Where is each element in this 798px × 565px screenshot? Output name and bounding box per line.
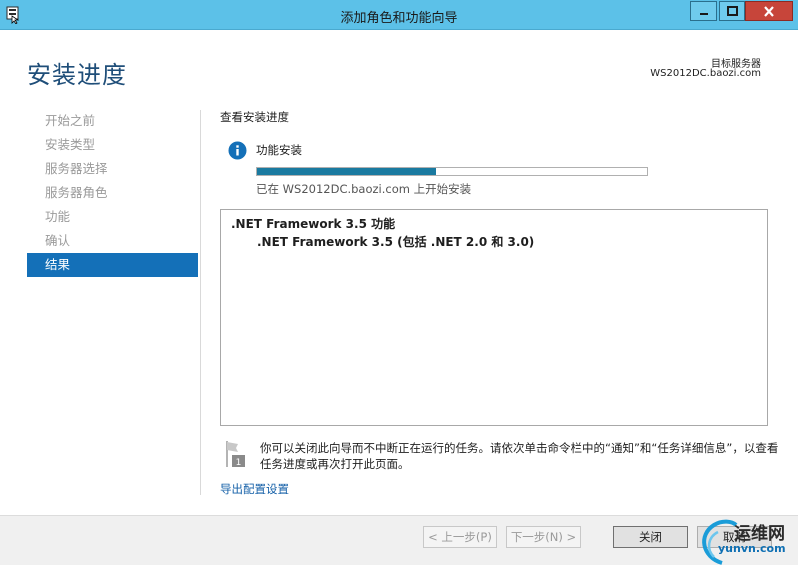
progress-fill <box>257 168 437 175</box>
next-button[interactable]: 下一步(N) > <box>506 526 581 548</box>
target-server-name: WS2012DC.baozi.com <box>650 68 761 79</box>
nav-divider <box>200 110 201 495</box>
notification-badge: 1 <box>236 458 242 468</box>
nav-item-server-roles[interactable]: 服务器角色 <box>27 181 198 205</box>
window-title: 添加角色和功能向导 <box>340 11 458 26</box>
title-bar: 添加角色和功能向导 <box>0 0 798 30</box>
wizard-nav: 开始之前 安装类型 服务器选择 服务器角色 功能 确认 结果 <box>27 109 198 277</box>
close-window-button[interactable] <box>745 1 793 21</box>
nav-item-features[interactable]: 功能 <box>27 205 198 229</box>
result-sub-feature: .NET Framework 3.5 (包括 .NET 2.0 和 3.0) <box>257 235 535 249</box>
nav-item-results[interactable]: 结果 <box>27 253 198 277</box>
watermark-url: yunvn.com <box>718 542 786 555</box>
nav-item-before-you-begin[interactable]: 开始之前 <box>27 109 198 133</box>
maximize-button[interactable] <box>719 1 745 21</box>
result-feature: .NET Framework 3.5 功能 <box>231 217 396 231</box>
nav-item-installation-type[interactable]: 安装类型 <box>27 133 198 157</box>
results-list[interactable]: .NET Framework 3.5 功能 .NET Framework 3.5… <box>220 209 768 426</box>
nav-item-confirmation[interactable]: 确认 <box>27 229 198 253</box>
close-wizard-note: 你可以关闭此向导而不中断正在运行的任务。请依次单击命令栏中的“通知”和“任务详细… <box>260 441 779 471</box>
maximize-icon <box>726 6 738 16</box>
close-icon <box>764 5 774 17</box>
export-configuration-link[interactable]: 导出配置设置 <box>220 481 289 497</box>
watermark-text: 运维网 <box>734 524 785 544</box>
install-status-text: 已在 WS2012DC.baozi.com 上开始安装 <box>256 182 472 196</box>
close-button[interactable]: 关闭 <box>613 526 688 548</box>
page-title: 安装进度 <box>27 61 127 89</box>
install-progress-bar <box>256 167 648 176</box>
notification-flag-icon: 1 <box>226 441 245 468</box>
minimize-icon <box>699 13 708 15</box>
nav-item-server-selection[interactable]: 服务器选择 <box>27 157 198 181</box>
install-label: 功能安装 <box>256 143 302 157</box>
info-icon <box>228 141 247 160</box>
previous-button[interactable]: < 上一步(P) <box>423 526 497 548</box>
minimize-button[interactable] <box>690 1 717 21</box>
section-title: 查看安装进度 <box>220 110 289 124</box>
